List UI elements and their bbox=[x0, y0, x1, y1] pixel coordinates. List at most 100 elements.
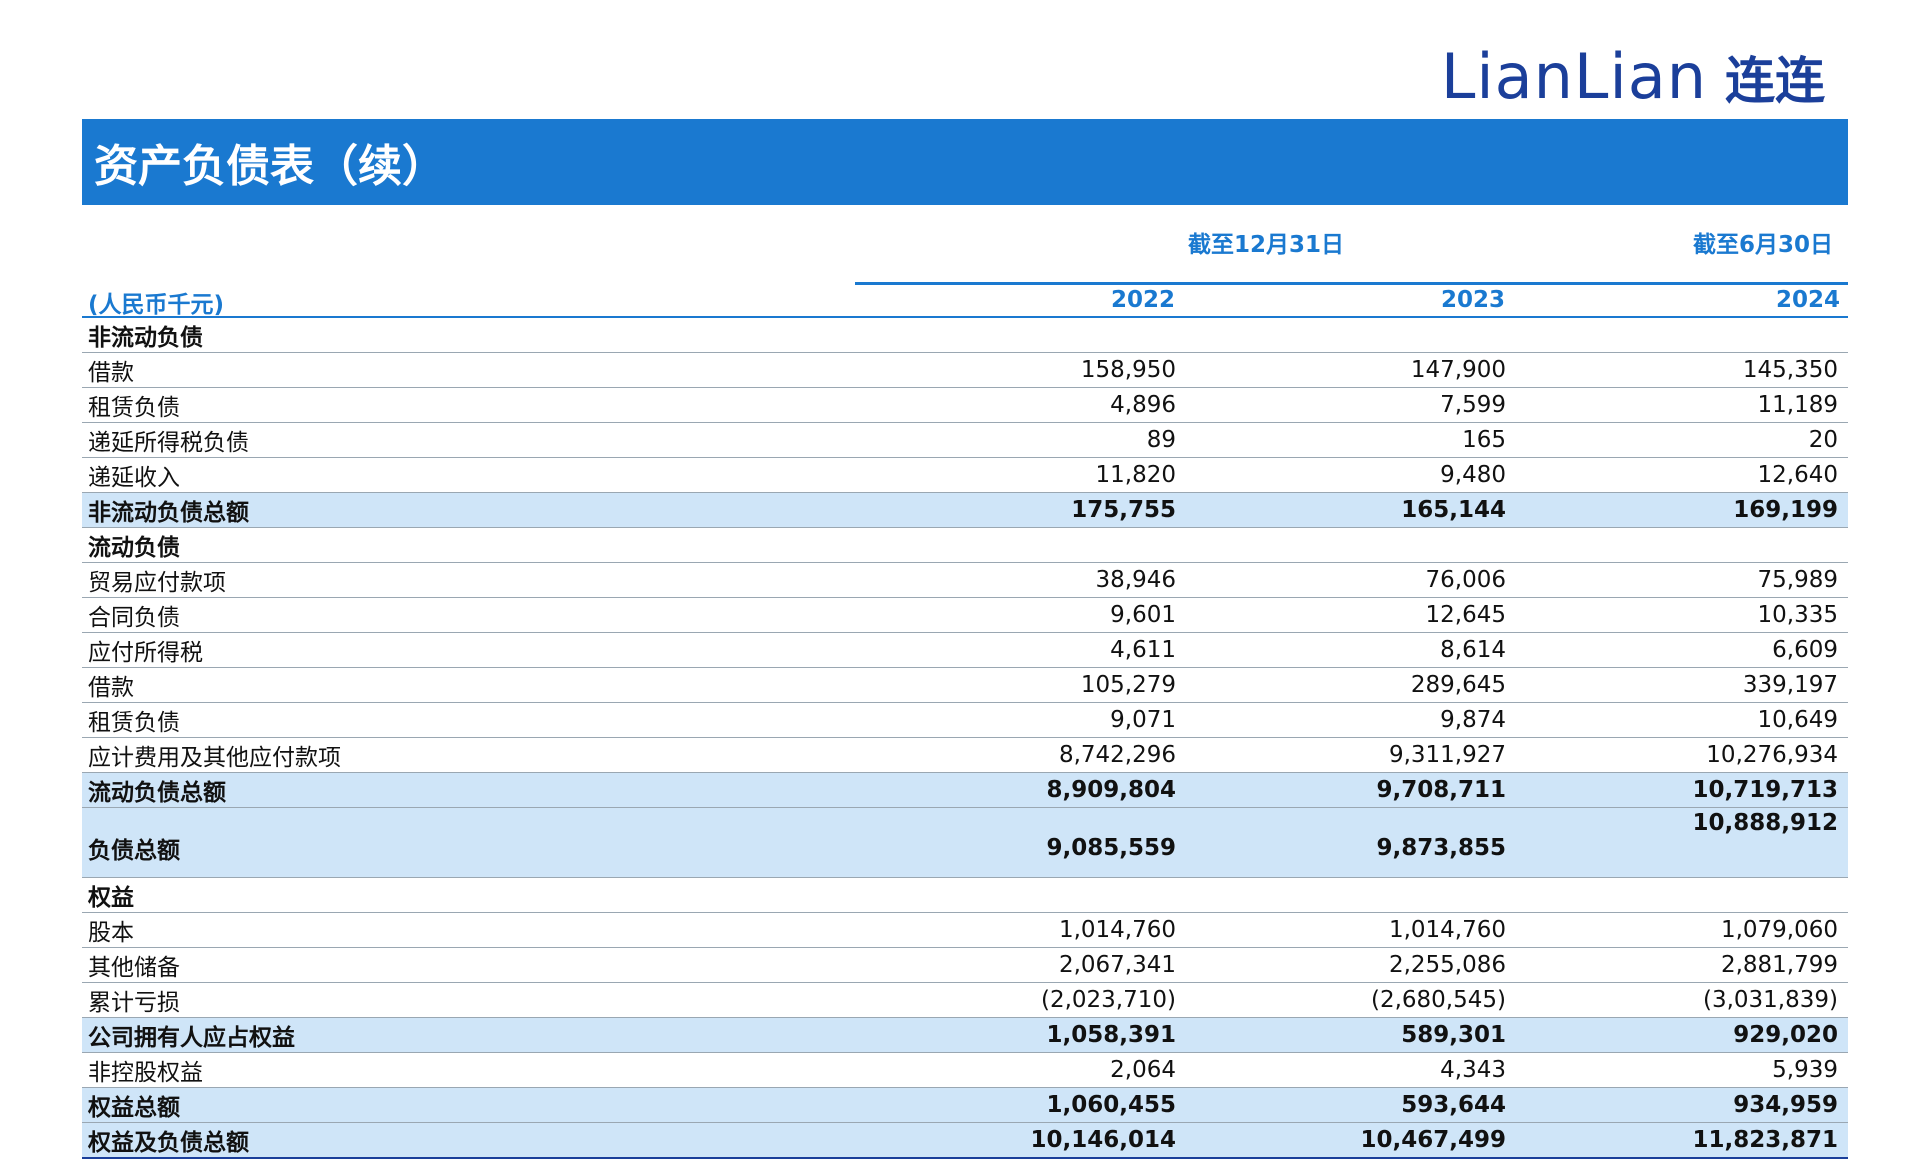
table-row: 公司拥有人应占权益 1,058,391 589,301 929,020 bbox=[82, 1017, 1848, 1053]
value-2022: 1,014,760 bbox=[862, 912, 1192, 948]
row-label: 应计费用及其他应付款项 bbox=[82, 737, 862, 773]
row-label: 流动负债总额 bbox=[82, 772, 862, 808]
value-2024: 10,888,912 bbox=[1522, 807, 1848, 878]
value-2024 bbox=[1522, 318, 1848, 353]
row-label: 公司拥有人应占权益 bbox=[82, 1017, 862, 1053]
row-label: 合同负债 bbox=[82, 597, 862, 633]
table-row: 贸易应付款项 38,946 76,006 75,989 bbox=[82, 562, 1848, 598]
value-2023: 9,874 bbox=[1192, 702, 1522, 738]
value-2023 bbox=[1192, 527, 1522, 563]
value-2023: 7,599 bbox=[1192, 387, 1522, 423]
value-2023: 2,255,086 bbox=[1192, 947, 1522, 983]
row-label: 负债总额 bbox=[82, 807, 862, 878]
table-row: 负债总额 9,085,559 9,873,855 10,888,912 bbox=[82, 807, 1848, 878]
value-2022 bbox=[862, 527, 1192, 563]
value-2024: 169,199 bbox=[1522, 492, 1848, 528]
value-2023: (2,680,545) bbox=[1192, 982, 1522, 1018]
row-label: 贸易应付款项 bbox=[82, 562, 862, 598]
value-2023: 4,343 bbox=[1192, 1052, 1522, 1088]
value-2024: 10,276,934 bbox=[1522, 737, 1848, 773]
value-2024: (3,031,839) bbox=[1522, 982, 1848, 1018]
value-2023: 76,006 bbox=[1192, 562, 1522, 598]
value-2024: 11,823,871 bbox=[1522, 1122, 1848, 1159]
table-row: 流动负债 bbox=[82, 527, 1848, 563]
value-2024 bbox=[1522, 527, 1848, 563]
value-2023: 1,014,760 bbox=[1192, 912, 1522, 948]
value-2024: 929,020 bbox=[1522, 1017, 1848, 1053]
row-label: 借款 bbox=[82, 352, 862, 388]
row-label: 股本 bbox=[82, 912, 862, 948]
row-label: 权益 bbox=[82, 877, 862, 913]
row-label: 累计亏损 bbox=[82, 982, 862, 1018]
value-2023: 165 bbox=[1192, 422, 1522, 458]
table-row: 租赁负债 9,071 9,874 10,649 bbox=[82, 702, 1848, 738]
value-2022 bbox=[862, 877, 1192, 913]
value-2024: 6,609 bbox=[1522, 632, 1848, 668]
period-header-june: 截至6月30日 bbox=[1692, 232, 1833, 258]
value-2024: 10,649 bbox=[1522, 702, 1848, 738]
value-2022: 11,820 bbox=[862, 457, 1192, 493]
units-label: (人民币千元) bbox=[88, 292, 225, 318]
value-2023: 10,467,499 bbox=[1192, 1122, 1522, 1159]
row-label: 非控股权益 bbox=[82, 1052, 862, 1088]
value-2022: 8,909,804 bbox=[862, 772, 1192, 808]
row-label: 非流动负债总额 bbox=[82, 492, 862, 528]
table-row: 权益及负债总额 10,146,014 10,467,499 11,823,871 bbox=[82, 1122, 1848, 1159]
table-row: 累计亏损 (2,023,710) (2,680,545) (3,031,839) bbox=[82, 982, 1848, 1018]
value-2024: 12,640 bbox=[1522, 457, 1848, 493]
table-row: 递延收入 11,820 9,480 12,640 bbox=[82, 457, 1848, 493]
table-row: 借款 158,950 147,900 145,350 bbox=[82, 352, 1848, 388]
value-2023: 593,644 bbox=[1192, 1087, 1522, 1123]
row-label: 权益总额 bbox=[82, 1087, 862, 1123]
logo-latin-text: LianLian bbox=[1440, 40, 1707, 113]
value-2023: 289,645 bbox=[1192, 667, 1522, 703]
value-2022: 4,896 bbox=[862, 387, 1192, 423]
table-row: 股本 1,014,760 1,014,760 1,079,060 bbox=[82, 912, 1848, 948]
value-2024: 2,881,799 bbox=[1522, 947, 1848, 983]
value-2022: 9,085,559 bbox=[862, 807, 1192, 878]
page-title: 资产负债表（续） bbox=[94, 141, 446, 192]
row-label: 非流动负债 bbox=[82, 318, 862, 353]
header-divider bbox=[855, 282, 1848, 285]
value-2024: 75,989 bbox=[1522, 562, 1848, 598]
value-2022: 10,146,014 bbox=[862, 1122, 1192, 1159]
value-2022: 9,071 bbox=[862, 702, 1192, 738]
table-row: 借款 105,279 289,645 339,197 bbox=[82, 667, 1848, 703]
value-2022: 4,611 bbox=[862, 632, 1192, 668]
table-row: 非流动负债总额 175,755 165,144 169,199 bbox=[82, 492, 1848, 528]
row-label: 递延收入 bbox=[82, 457, 862, 493]
value-2023: 12,645 bbox=[1192, 597, 1522, 633]
row-label: 借款 bbox=[82, 667, 862, 703]
value-2023: 9,873,855 bbox=[1192, 807, 1522, 878]
row-label: 其他储备 bbox=[82, 947, 862, 983]
table-row: 流动负债总额 8,909,804 9,708,711 10,719,713 bbox=[82, 772, 1848, 808]
lianlian-logo: LianLian 连连 bbox=[1441, 40, 1825, 113]
value-2023: 9,480 bbox=[1192, 457, 1522, 493]
value-2022 bbox=[862, 318, 1192, 353]
value-2023 bbox=[1192, 877, 1522, 913]
balance-sheet-body: 非流动负债 借款 158,950 147,900 145,350 租赁负债 4,896 7,5… bbox=[82, 318, 1848, 1159]
table-row: 应付所得税 4,611 8,614 6,609 bbox=[82, 632, 1848, 668]
table-row: 租赁负债 4,896 7,599 11,189 bbox=[82, 387, 1848, 423]
value-2024: 10,335 bbox=[1522, 597, 1848, 633]
value-2022: 89 bbox=[862, 422, 1192, 458]
balance-sheet-table: 非流动负债 借款 158,950 147,900 145,350 租赁负债 4,896 7,5… bbox=[82, 318, 1848, 1159]
table-row: 权益 bbox=[82, 877, 1848, 913]
value-2022: 8,742,296 bbox=[862, 737, 1192, 773]
table-row: 非控股权益 2,064 4,343 5,939 bbox=[82, 1052, 1848, 1088]
value-2024: 1,079,060 bbox=[1522, 912, 1848, 948]
value-2023: 8,614 bbox=[1192, 632, 1522, 668]
row-label: 租赁负债 bbox=[82, 387, 862, 423]
row-label: 租赁负债 bbox=[82, 702, 862, 738]
year-header-2024: 2024 bbox=[1775, 287, 1840, 313]
value-2022: (2,023,710) bbox=[862, 982, 1192, 1018]
table-row: 合同负债 9,601 12,645 10,335 bbox=[82, 597, 1848, 633]
row-label: 流动负债 bbox=[82, 527, 862, 563]
value-2023: 165,144 bbox=[1192, 492, 1522, 528]
value-2022: 175,755 bbox=[862, 492, 1192, 528]
table-row: 递延所得税负债 89 165 20 bbox=[82, 422, 1848, 458]
page-title-bar: 资产负债表（续） bbox=[82, 119, 1848, 205]
value-2022: 105,279 bbox=[862, 667, 1192, 703]
value-2024: 145,350 bbox=[1522, 352, 1848, 388]
value-2023: 589,301 bbox=[1192, 1017, 1522, 1053]
